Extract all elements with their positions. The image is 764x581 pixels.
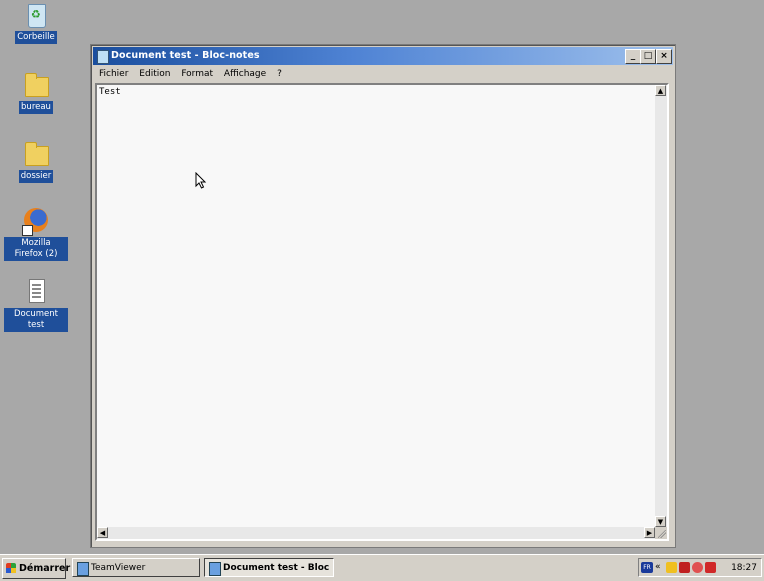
notepad-icon	[209, 562, 221, 576]
menu-fichier[interactable]: Fichier	[95, 67, 132, 81]
close-button[interactable]: ×	[656, 49, 672, 64]
editor-content[interactable]: Test	[99, 87, 121, 97]
menu-bar: Fichier Edition Format Affichage ?	[95, 67, 671, 82]
desktop-icon-label: Corbeille	[15, 31, 57, 44]
security-shield-icon[interactable]	[666, 562, 677, 573]
desktop-icon-document-test[interactable]: Document test	[1, 279, 71, 332]
taskbar-item-document-test[interactable]: Document test - Bloc ...	[204, 558, 334, 577]
menu-edition[interactable]: Edition	[135, 67, 174, 81]
folder-icon	[22, 141, 50, 167]
taskbar: Démarrer TeamViewer Document test - Bloc…	[0, 554, 764, 581]
text-editor[interactable]: Test ▲ ▼ ◀ ▶	[95, 83, 669, 541]
adobe-icon[interactable]	[679, 562, 690, 573]
chevron-left-icon[interactable]: «	[655, 562, 663, 573]
start-label: Démarrer	[19, 563, 71, 574]
desktop-icon-label: Document test	[4, 308, 68, 332]
windows-logo-icon	[6, 563, 16, 573]
task-label: Document test - Bloc ...	[223, 563, 334, 573]
desktop-icon-label: bureau	[19, 101, 53, 114]
horizontal-scrollbar[interactable]: ◀ ▶	[97, 527, 655, 539]
scroll-down-button[interactable]: ▼	[655, 516, 666, 527]
desktop-icon-dossier[interactable]: dossier	[1, 141, 71, 183]
notepad-window: Document test - Bloc-notes _ □ × Fichier…	[90, 44, 676, 548]
antivirus-icon[interactable]	[692, 562, 703, 573]
recycle-bin-icon	[22, 2, 50, 28]
vertical-scrollbar[interactable]: ▲ ▼	[655, 85, 667, 527]
desktop-icon-corbeille[interactable]: Corbeille	[1, 2, 71, 44]
language-indicator[interactable]: FR	[641, 562, 653, 573]
menu-format[interactable]: Format	[177, 67, 217, 81]
scroll-left-button[interactable]: ◀	[97, 527, 108, 538]
firefox-icon	[22, 208, 50, 236]
resize-grip[interactable]	[655, 527, 667, 539]
desktop-icon-label: dossier	[18, 170, 54, 183]
tray-app-icon[interactable]	[705, 562, 716, 573]
scroll-up-button[interactable]: ▲	[655, 85, 666, 96]
start-button[interactable]: Démarrer	[2, 558, 70, 579]
teamviewer-icon	[77, 562, 89, 576]
title-bar[interactable]: Document test - Bloc-notes _ □ ×	[93, 47, 673, 65]
desktop-icon-bureau[interactable]: bureau	[1, 72, 71, 114]
maximize-button[interactable]: □	[640, 49, 656, 64]
folder-icon	[22, 72, 50, 98]
text-document-icon	[22, 279, 50, 305]
taskbar-item-teamviewer[interactable]: TeamViewer	[72, 558, 200, 577]
clock[interactable]: 18:27	[731, 559, 757, 577]
notepad-icon	[97, 50, 109, 64]
system-tray: FR « 18:27	[638, 558, 762, 577]
menu-affichage[interactable]: Affichage	[220, 67, 270, 81]
window-title: Document test - Bloc-notes	[111, 50, 260, 61]
menu-help[interactable]: ?	[273, 67, 286, 81]
desktop-icon-label: Mozilla Firefox (2)	[4, 237, 68, 261]
task-label: TeamViewer	[91, 563, 146, 573]
minimize-button[interactable]: _	[625, 49, 641, 64]
scroll-right-button[interactable]: ▶	[644, 527, 655, 538]
desktop-icon-firefox[interactable]: Mozilla Firefox (2)	[1, 208, 71, 261]
